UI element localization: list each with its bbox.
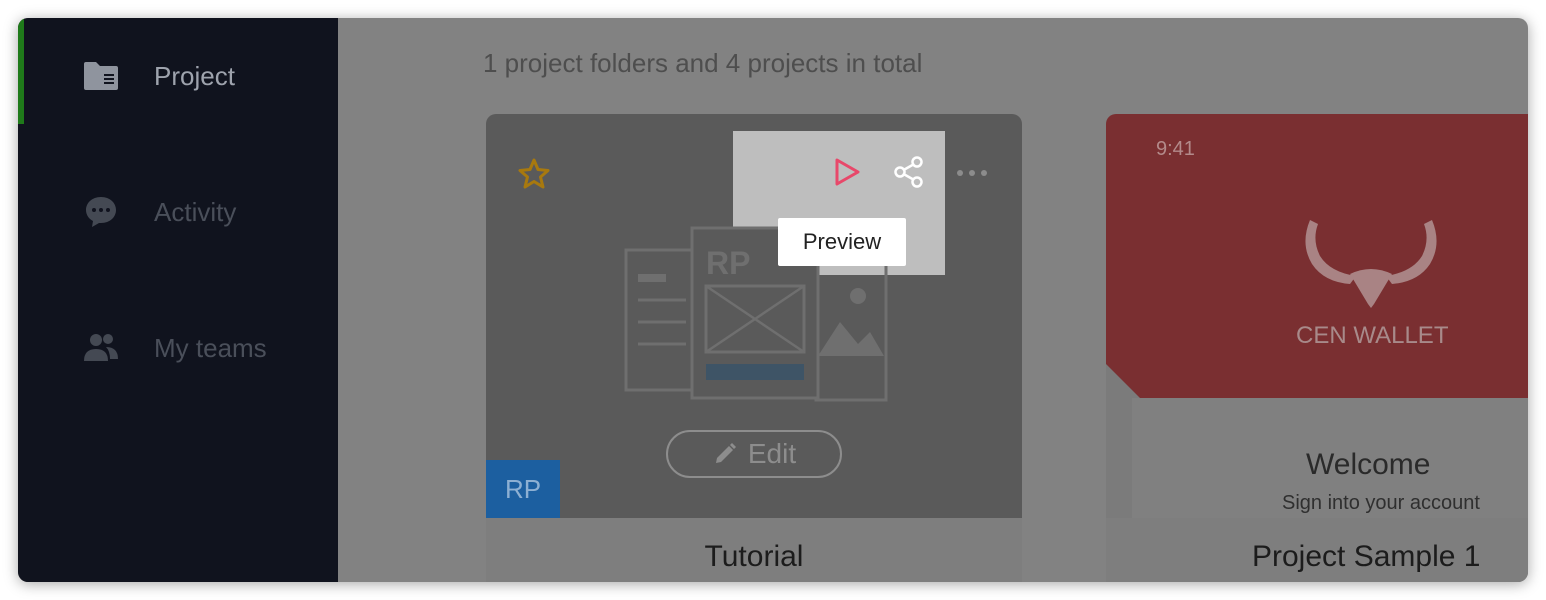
illustration-rp-text: RP — [706, 245, 750, 281]
sidebar-item-my-teams[interactable]: My teams — [82, 328, 267, 368]
team-icon — [82, 330, 120, 366]
signin-subtext: Sign into your account — [1282, 492, 1480, 514]
active-indicator — [18, 18, 24, 124]
sidebar-item-label: My teams — [154, 332, 267, 363]
preview-play-icon[interactable] — [828, 154, 864, 190]
sidebar-item-label: Activity — [154, 196, 237, 227]
project-thumbnail: 9:41 CEN WALLET Welcome Sign into your a… — [1106, 114, 1528, 518]
project-thumbnail: RP Preview Edit RP — [486, 114, 1022, 518]
phone-status-time: 9:41 — [1156, 138, 1195, 160]
project-title[interactable]: Project Sample 1 — [1106, 518, 1528, 582]
share-icon[interactable] — [890, 154, 926, 190]
edit-button[interactable]: Edit — [666, 430, 842, 478]
sidebar: Project Activity My teams — [18, 18, 338, 582]
edit-button-label: Edit — [747, 438, 797, 469]
project-title[interactable]: Tutorial — [486, 518, 1022, 582]
welcome-heading: Welcome — [1306, 448, 1431, 481]
preview-tooltip: Preview — [778, 218, 906, 266]
sidebar-item-activity[interactable]: Activity — [82, 192, 236, 232]
main-content: 1 project folders and 4 projects in tota… — [338, 18, 1528, 582]
antler-logo-icon — [1305, 220, 1437, 308]
chat-bubble-icon — [82, 194, 120, 230]
brand-name: CEN WALLET — [1296, 322, 1449, 349]
rp-badge: RP — [486, 460, 560, 518]
sidebar-item-project[interactable]: Project — [82, 56, 235, 96]
project-card-tutorial[interactable]: RP Preview Edit RP Tutorial — [486, 114, 1022, 582]
more-options-icon[interactable] — [952, 158, 992, 188]
pencil-icon — [715, 443, 736, 463]
project-summary: 1 project folders and 4 projects in tota… — [483, 48, 923, 78]
project-card-sample-1[interactable]: 9:41 CEN WALLET Welcome Sign into your a… — [1106, 114, 1528, 582]
app-window: Project Activity My teams 1 project fold… — [18, 18, 1528, 582]
sidebar-item-label: Project — [154, 60, 235, 91]
folder-icon — [82, 58, 120, 94]
favorite-star-icon[interactable] — [516, 156, 552, 192]
